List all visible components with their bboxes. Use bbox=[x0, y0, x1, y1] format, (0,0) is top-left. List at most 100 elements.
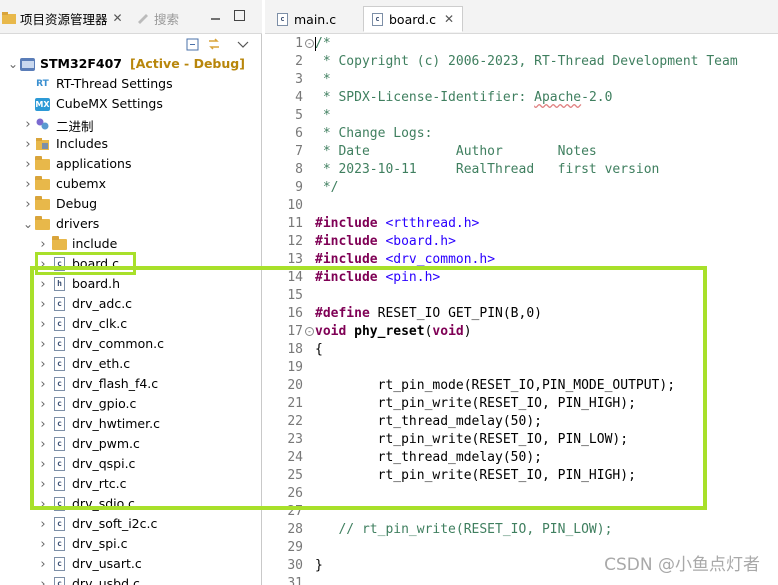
chevron-right-icon[interactable]: › bbox=[23, 177, 33, 192]
tree-item[interactable]: › Includes bbox=[0, 134, 262, 154]
chevron-right-icon[interactable]: › bbox=[38, 537, 48, 552]
tree-item-label: drv_soft_i2c.c bbox=[72, 516, 158, 531]
collapse-all-icon[interactable] bbox=[185, 36, 201, 52]
tree-item-label: Debug bbox=[56, 196, 98, 211]
code-line[interactable]: #include <rtthread.h> bbox=[315, 215, 479, 233]
line-number: 29 bbox=[287, 540, 303, 555]
chevron-right-icon[interactable]: › bbox=[38, 557, 48, 572]
tree-item-label: RT-Thread Settings bbox=[56, 76, 173, 91]
chevron-right-icon[interactable]: › bbox=[23, 117, 33, 132]
folder-icon bbox=[35, 175, 50, 191]
includes-icon bbox=[35, 137, 50, 151]
code-line[interactable]: * Change Logs: bbox=[315, 125, 433, 143]
watermark: CSDN @小鱼点灯者 bbox=[604, 555, 760, 575]
code-line[interactable]: * Date Author Notes bbox=[315, 143, 597, 161]
tree-item[interactable]: › c drv_usart.c bbox=[0, 554, 262, 574]
chevron-down-icon[interactable]: ⌄ bbox=[8, 57, 18, 71]
tree-item[interactable]: › 二进制 bbox=[0, 114, 262, 135]
chevron-right-icon[interactable]: › bbox=[38, 237, 48, 252]
tab-project-explorer-label: 项目资源管理器 bbox=[20, 11, 108, 27]
chevron-down-icon[interactable]: ⌄ bbox=[23, 217, 33, 231]
editor-tab-bar: c main.c c board.c ✕ bbox=[265, 0, 778, 34]
c-file-icon: c bbox=[52, 577, 67, 585]
code-line[interactable]: /* bbox=[315, 35, 331, 53]
line-number: 4 bbox=[295, 90, 303, 105]
tree-item-label: cubemx bbox=[56, 176, 106, 191]
code-line[interactable]: // rt_pin_write(RESET_IO, PIN_LOW); bbox=[315, 521, 612, 539]
left-tab-bar: 项目资源管理器 ✕ 搜索 bbox=[0, 0, 262, 34]
tree-item-label: STM32F407 bbox=[40, 56, 122, 71]
tree-item[interactable]: ⌄ drivers bbox=[0, 214, 262, 234]
code-line[interactable]: } bbox=[315, 557, 323, 575]
tree-item[interactable]: › Debug bbox=[0, 194, 262, 214]
line-number: 3 bbox=[295, 72, 303, 87]
text-caret bbox=[315, 37, 316, 51]
code-line[interactable]: * SPDX-License-Identifier: Apache-2.0 bbox=[315, 89, 613, 107]
folder-icon bbox=[35, 195, 50, 211]
chevron-right-icon[interactable]: › bbox=[23, 197, 33, 212]
code-line[interactable]: * Copyright (c) 2006-2023, RT-Thread Dev… bbox=[315, 53, 738, 71]
explorer-toolbar bbox=[0, 34, 262, 54]
line-number: 8 bbox=[295, 162, 303, 177]
line-number: 11 bbox=[287, 216, 303, 231]
code-line[interactable]: * bbox=[315, 107, 331, 125]
active-config-label: [Active - Debug] bbox=[130, 56, 245, 71]
folder-open-icon bbox=[35, 215, 50, 231]
chevron-right-icon[interactable]: › bbox=[23, 157, 33, 172]
cubemx-icon: MX bbox=[35, 97, 50, 111]
maximize-icon[interactable] bbox=[234, 10, 245, 21]
close-icon[interactable]: ✕ bbox=[444, 12, 454, 26]
folder-icon bbox=[35, 155, 50, 171]
tree-item-label: drv_spi.c bbox=[72, 536, 128, 551]
project-explorer-icon bbox=[2, 12, 16, 24]
line-number: 5 bbox=[295, 108, 303, 123]
tab-search-label: 搜索 bbox=[154, 11, 180, 27]
tree-item[interactable]: › cubemx bbox=[0, 174, 262, 194]
line-number: 30 bbox=[287, 558, 303, 573]
fold-toggle-icon[interactable]: - bbox=[305, 39, 314, 48]
c-file-icon: c bbox=[372, 12, 383, 26]
chevron-right-icon[interactable]: › bbox=[38, 517, 48, 532]
line-number: 1 bbox=[295, 36, 303, 51]
rt-thread-icon: RT bbox=[36, 79, 49, 89]
code-line[interactable]: * bbox=[315, 71, 331, 89]
line-number: 28 bbox=[287, 522, 303, 537]
tree-item[interactable]: › applications bbox=[0, 154, 262, 174]
c-file-icon: c bbox=[52, 517, 67, 531]
tree-item[interactable]: MX CubeMX Settings bbox=[0, 94, 262, 114]
tree-item-label: 二进制 bbox=[56, 119, 94, 134]
tree-item[interactable]: ⌄ STM32F407 [Active - Debug] bbox=[0, 54, 262, 74]
link-with-editor-icon[interactable] bbox=[206, 36, 222, 52]
binaries-icon bbox=[35, 117, 50, 131]
tree-item[interactable]: RT RT-Thread Settings bbox=[0, 74, 262, 94]
code-line[interactable]: */ bbox=[315, 179, 339, 197]
tab-search[interactable]: 搜索 bbox=[136, 7, 179, 29]
tree-item[interactable]: › c drv_spi.c bbox=[0, 534, 262, 554]
code-line[interactable]: * 2023-10-11 RealThread first version bbox=[315, 161, 660, 179]
line-number: 10 bbox=[287, 198, 303, 213]
tree-item-label: Includes bbox=[56, 136, 109, 151]
tree-item-label: include bbox=[72, 236, 118, 251]
tab-project-explorer[interactable]: 项目资源管理器 ✕ bbox=[2, 7, 123, 29]
c-file-icon: c bbox=[52, 537, 67, 551]
line-number: 2 bbox=[295, 54, 303, 69]
minimize-icon[interactable] bbox=[210, 10, 221, 21]
tab-main-c[interactable]: c main.c bbox=[269, 6, 344, 32]
tree-item[interactable]: › c drv_usbd.c bbox=[0, 574, 262, 585]
tab-main-c-label: main.c bbox=[294, 11, 337, 27]
c-file-icon: c bbox=[52, 557, 67, 571]
code-line[interactable]: #include <board.h> bbox=[315, 233, 456, 251]
tree-item[interactable]: › c drv_soft_i2c.c bbox=[0, 514, 262, 534]
search-icon bbox=[136, 12, 150, 24]
chevron-right-icon[interactable]: › bbox=[23, 137, 33, 152]
view-menu-icon[interactable] bbox=[235, 36, 251, 52]
tree-item[interactable]: › include bbox=[0, 234, 262, 254]
line-number: 7 bbox=[295, 144, 303, 159]
chevron-right-icon[interactable]: › bbox=[38, 577, 48, 585]
tree-item-label: drv_usart.c bbox=[72, 556, 142, 571]
line-number: 31 bbox=[287, 576, 303, 585]
tab-board-c[interactable]: c board.c ✕ bbox=[363, 6, 464, 32]
line-number: 6 bbox=[295, 126, 303, 141]
close-icon[interactable]: ✕ bbox=[113, 11, 123, 25]
line-number: 9 bbox=[295, 180, 303, 195]
